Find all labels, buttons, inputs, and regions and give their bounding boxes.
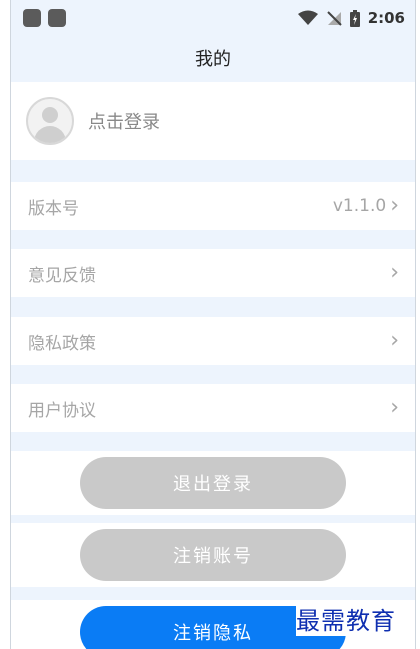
no-signal-icon [326,11,342,26]
chevron-right-icon: › [390,395,399,420]
menu-item-user-agreement[interactable]: 用户协议 › [11,384,415,432]
wifi-icon [297,10,318,25]
chevron-right-icon: › [390,260,399,285]
status-bar: 2:06 [11,0,415,36]
chevron-right-icon: › [390,193,399,218]
version-value: v1.1.0 [332,196,387,216]
cancel-account-section: 注销账号 [11,523,415,587]
system-icons: 2:06 [297,9,415,27]
notification-icon [23,9,41,27]
avatar-icon [26,97,74,145]
notification-icon [48,9,66,27]
menu-item-privacy-policy[interactable]: 隐私政策 › [11,317,415,365]
notification-icons [11,9,66,27]
page-title: 我的 [195,49,231,70]
menu-item-feedback[interactable]: 意见反馈 › [11,249,415,297]
cancel-account-button[interactable]: 注销账号 [80,529,346,581]
login-label: 点击登录 [88,112,160,133]
battery-icon [349,9,360,27]
watermark-logo: 最需教育 [296,601,396,636]
logout-section: 退出登录 [11,451,415,515]
app-screen: 2:06 我的 点击登录 版本号 v1.1.0 › 意见反馈 › 隐私政策 › … [10,0,416,649]
menu-item-label: 版本号 [28,198,79,219]
menu-item-version[interactable]: 版本号 v1.1.0 › [11,182,415,230]
clock: 2:06 [367,9,405,27]
menu-item-label: 用户协议 [28,400,96,421]
menu-item-label: 意见反馈 [28,265,96,286]
chevron-right-icon: › [390,328,399,353]
login-row[interactable]: 点击登录 [11,82,415,160]
title-bar: 我的 [11,36,415,80]
menu-item-label: 隐私政策 [28,333,96,354]
logout-button[interactable]: 退出登录 [80,457,346,509]
